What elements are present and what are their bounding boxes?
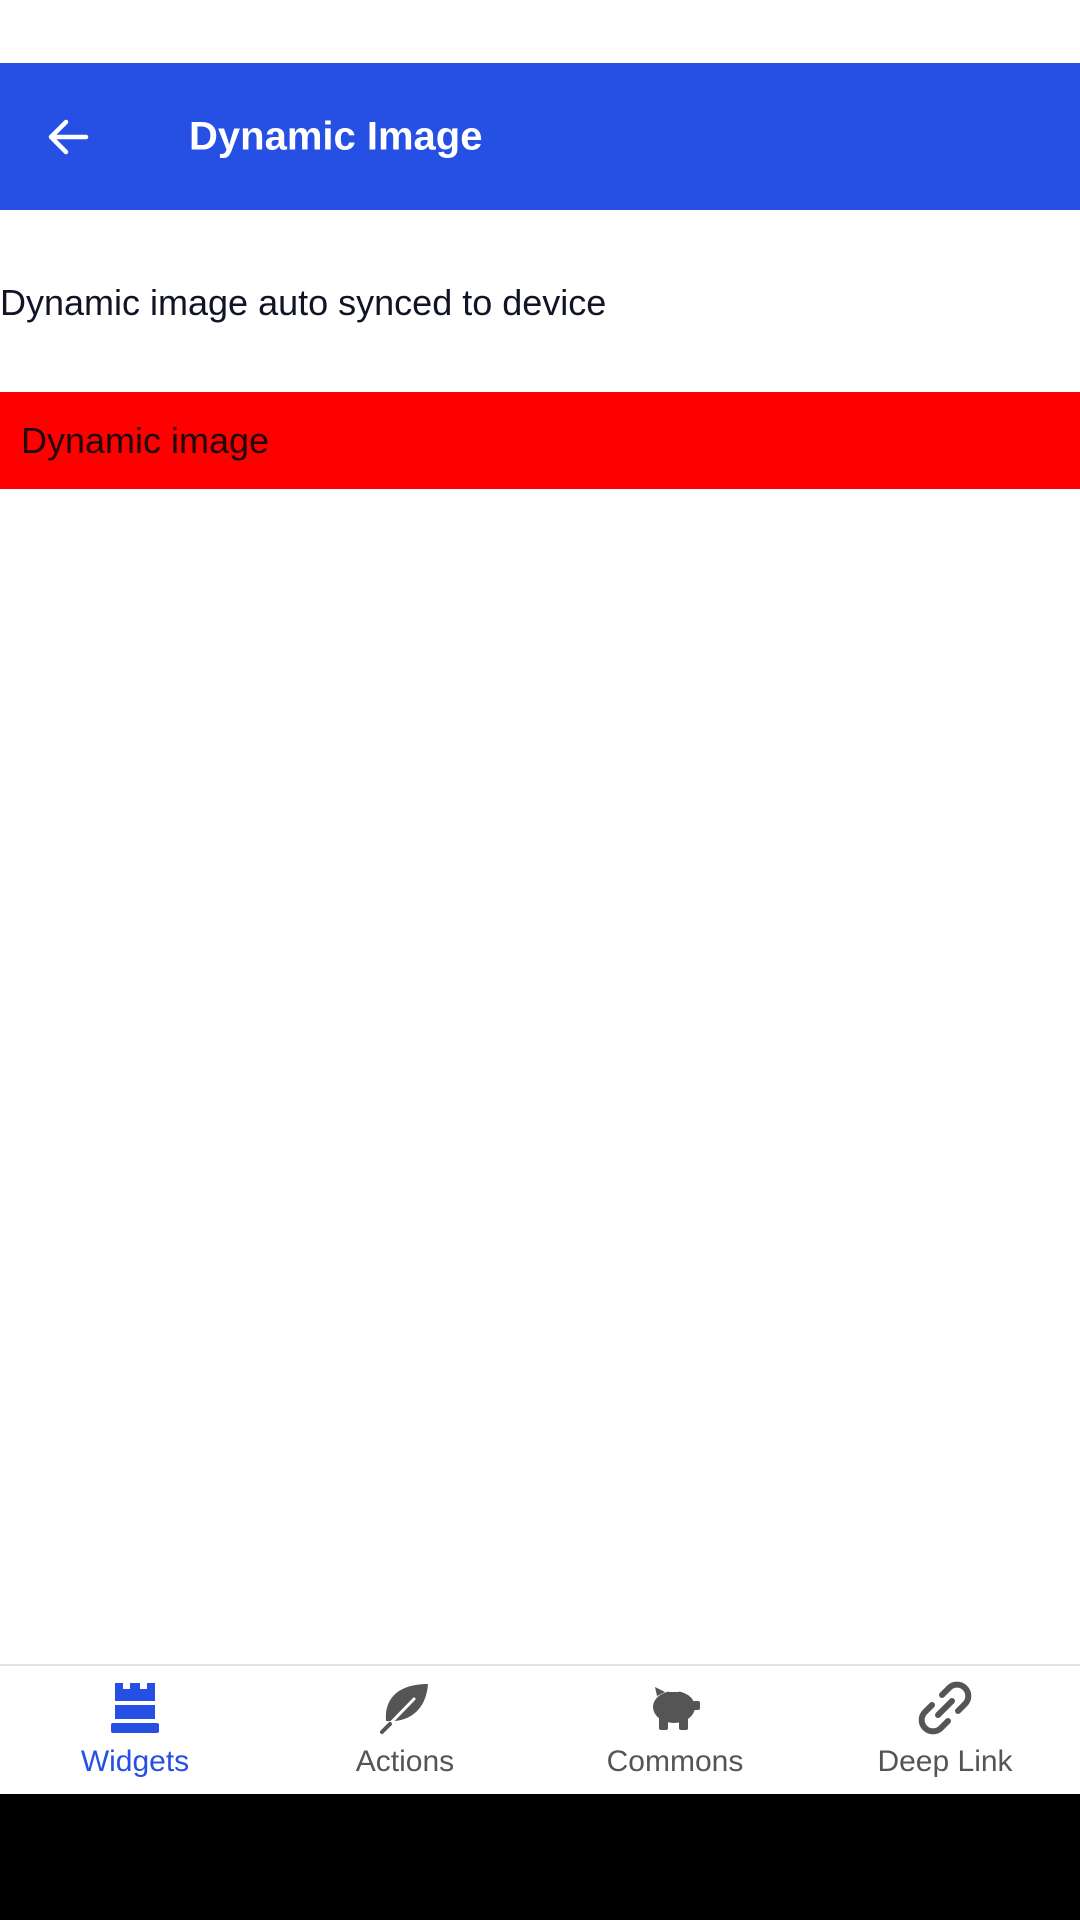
nav-item-widgets[interactable]: Widgets — [0, 1666, 270, 1796]
bottom-navigation: Widgets Actions Commons Deep Link — [0, 1664, 1080, 1796]
nav-label-commons: Commons — [606, 1745, 744, 1778]
description-text: Dynamic image auto synced to device — [0, 282, 607, 323]
arrow-left-icon — [48, 119, 89, 154]
rook-icon — [107, 1680, 163, 1736]
link-icon — [917, 1680, 973, 1736]
leaf-icon — [377, 1680, 433, 1736]
dynamic-image-label: Dynamic image — [21, 419, 270, 461]
nav-item-actions[interactable]: Actions — [270, 1666, 540, 1796]
nav-item-deep-link[interactable]: Deep Link — [810, 1666, 1080, 1796]
dynamic-image: Dynamic image — [0, 392, 1080, 489]
system-navigation-bar — [0, 1794, 1080, 1920]
nav-label-actions: Actions — [355, 1745, 455, 1778]
nav-label-widgets: Widgets — [80, 1745, 190, 1778]
nav-item-commons[interactable]: Commons — [540, 1666, 810, 1796]
app-bar: Dynamic Image — [0, 63, 1080, 210]
page-title: Dynamic Image — [189, 114, 483, 158]
back-button[interactable] — [30, 99, 106, 175]
status-bar — [0, 0, 1080, 63]
nav-label-deep-link: Deep Link — [877, 1745, 1013, 1778]
piggy-bank-icon — [647, 1680, 703, 1736]
